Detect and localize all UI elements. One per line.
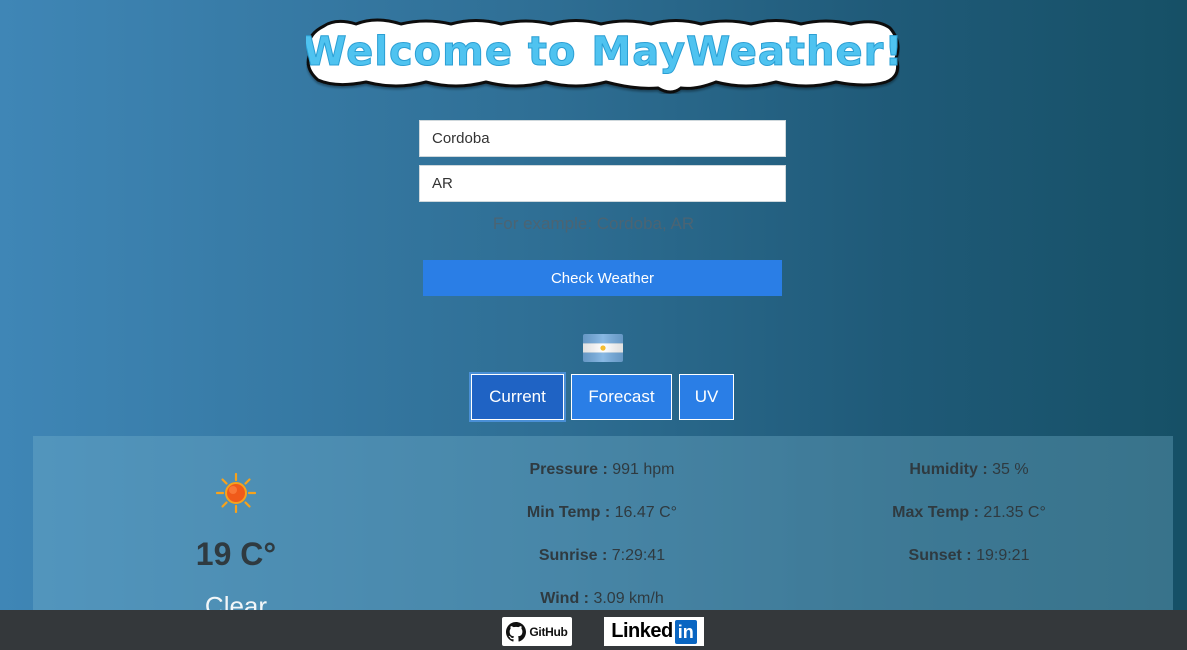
check-weather-button[interactable]: Check Weather	[423, 260, 782, 296]
stat-label: Max Temp :	[892, 504, 979, 521]
linkedin-icon: in	[674, 619, 697, 644]
temperature-value: 19 C°	[195, 536, 277, 572]
stat-value: 16.47 C°	[614, 504, 678, 521]
stat-sunrise: Sunrise : 7:29:41	[452, 547, 752, 565]
argentina-flag-icon	[583, 334, 623, 362]
stat-value: 3.09 km/h	[593, 590, 664, 607]
stat-min-temp: Min Temp : 16.47 C°	[452, 504, 752, 522]
linkedin-label: Linked	[611, 620, 673, 642]
stat-label: Sunset :	[908, 547, 972, 564]
stat-label: Sunrise :	[538, 547, 608, 564]
tab-forecast[interactable]: Forecast	[571, 374, 672, 420]
stat-value: 991 hpm	[612, 461, 675, 478]
stat-value: 7:29:41	[611, 547, 666, 564]
tab-current[interactable]: Current	[471, 374, 564, 420]
stat-value: 35 %	[992, 461, 1029, 478]
github-icon	[506, 621, 527, 642]
stat-max-temp: Max Temp : 21.35 C°	[819, 504, 1119, 522]
stat-label: Humidity :	[909, 461, 988, 478]
stat-humidity: Humidity : 35 %	[819, 461, 1119, 479]
title-logo: Welcome to MayWeather!	[306, 18, 900, 94]
current-weather-panel: 19 C° Clear Pressure : 991 hpm Humidity …	[33, 436, 1173, 610]
page-title: Welcome to MayWeather!	[306, 18, 900, 94]
city-input[interactable]	[419, 120, 786, 157]
stat-label: Wind :	[540, 590, 589, 607]
stat-value: 21.35 C°	[983, 504, 1046, 521]
sun-icon	[215, 472, 257, 514]
example-hint: For example: Cordoba, AR	[492, 214, 695, 233]
stat-sunset: Sunset : 19:9:21	[819, 547, 1119, 565]
stat-pressure: Pressure : 991 hpm	[452, 461, 752, 479]
page-title-text: Welcome to MayWeather!	[306, 29, 900, 75]
stat-value: 19:9:21	[976, 547, 1030, 564]
linkedin-link[interactable]: Linked in	[604, 617, 704, 646]
weather-description: Clear	[204, 591, 268, 610]
stat-label: Pressure :	[529, 461, 608, 478]
github-label: GitHub	[529, 624, 568, 639]
country-input[interactable]	[419, 165, 786, 202]
stat-label: Min Temp :	[526, 504, 611, 521]
tab-uv[interactable]: UV	[679, 374, 734, 420]
github-link[interactable]: GitHub	[502, 617, 572, 646]
stat-wind: Wind : 3.09 km/h	[452, 590, 752, 608]
footer: GitHub Linked in	[0, 610, 1187, 650]
